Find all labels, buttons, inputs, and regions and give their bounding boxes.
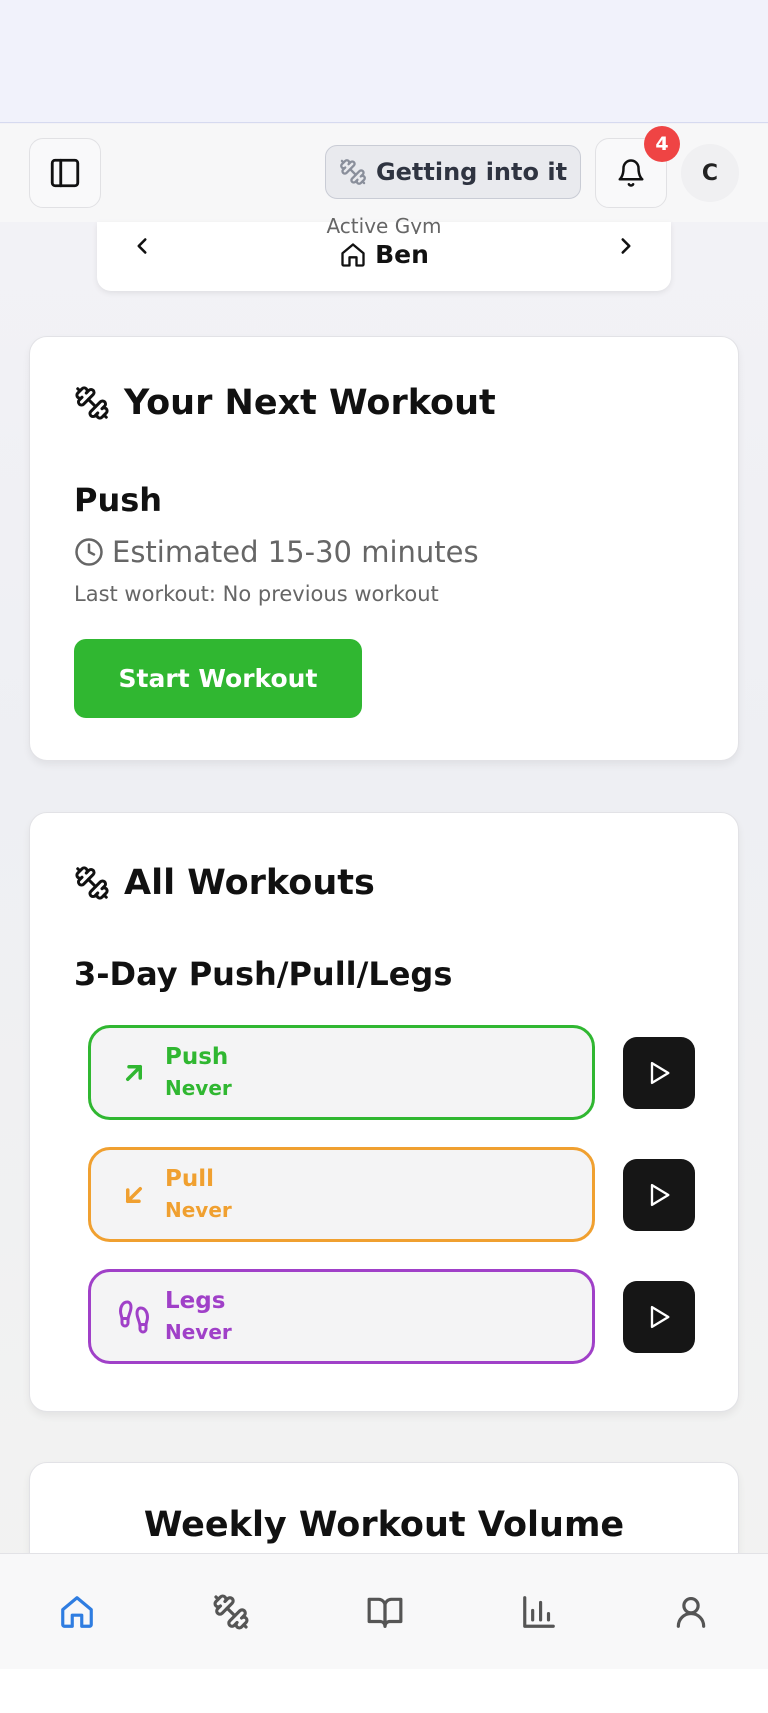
- all-workouts-card: All Workouts 3-Day Push/Pull/Legs Push N…: [29, 812, 739, 1412]
- play-icon: [650, 1183, 670, 1207]
- arrow-down-left-icon: [113, 1174, 155, 1216]
- nav-workouts[interactable]: [201, 1584, 261, 1640]
- notification-count-badge: 4: [644, 126, 680, 162]
- estimated-duration-text: Estimated 15-30 minutes: [112, 535, 479, 569]
- app-header: Getting into it 4 C: [0, 124, 768, 222]
- start-workout-button[interactable]: Start Workout: [74, 639, 362, 718]
- weekly-volume-title: Weekly Workout Volume: [143, 1505, 625, 1545]
- nav-home[interactable]: [47, 1584, 107, 1640]
- workout-name: Pull: [165, 1166, 214, 1192]
- dumbbell-icon: [75, 866, 109, 900]
- level-badge[interactable]: Getting into it: [325, 145, 581, 199]
- level-label: Getting into it: [375, 158, 568, 186]
- workout-last-done: Never: [165, 1076, 232, 1100]
- next-workout-name: Push: [74, 481, 163, 519]
- clock-icon: [75, 538, 103, 566]
- nav-stats[interactable]: [509, 1584, 569, 1640]
- home-icon: [61, 1596, 93, 1628]
- system-area: [0, 1669, 768, 1713]
- chevron-right-icon: [621, 238, 631, 254]
- status-area: [0, 0, 768, 123]
- workout-name: Legs: [165, 1288, 226, 1314]
- active-gym-label: Active Gym: [326, 214, 442, 234]
- sidebar-icon: [50, 158, 80, 188]
- chart-icon: [523, 1596, 555, 1628]
- play-pull-button[interactable]: [623, 1159, 695, 1231]
- active-gym-selector: Active Gym Ben: [97, 214, 671, 291]
- sidebar-toggle-button[interactable]: [29, 138, 101, 208]
- workout-last-done: Never: [165, 1198, 232, 1222]
- dumbbell-icon: [75, 386, 109, 420]
- workout-name: Push: [165, 1044, 229, 1070]
- all-workouts-title: All Workouts: [124, 863, 375, 903]
- program-name: 3-Day Push/Pull/Legs: [74, 955, 453, 993]
- book-icon: [367, 1597, 403, 1628]
- next-gym-button[interactable]: [611, 228, 641, 264]
- play-legs-button[interactable]: [623, 1281, 695, 1353]
- nav-profile[interactable]: [661, 1584, 721, 1640]
- workout-item-legs[interactable]: Legs Never: [88, 1269, 595, 1364]
- last-workout-text: Last workout: No previous workout: [74, 582, 439, 606]
- footprints-icon: [113, 1296, 155, 1338]
- avatar[interactable]: C: [681, 144, 739, 202]
- estimated-duration: Estimated 15-30 minutes: [74, 535, 479, 569]
- play-icon: [650, 1061, 670, 1085]
- dumbbell-icon: [340, 159, 366, 185]
- dumbbell-icon: [213, 1594, 249, 1630]
- workout-last-done: Never: [165, 1320, 232, 1344]
- arrow-up-right-icon: [113, 1052, 155, 1094]
- nav-library[interactable]: [355, 1584, 415, 1640]
- gym-name: Ben: [97, 240, 671, 269]
- workout-item-pull[interactable]: Pull Never: [88, 1147, 595, 1242]
- bell-icon: [618, 159, 644, 187]
- user-icon: [676, 1596, 706, 1628]
- bottom-navigation: [0, 1553, 768, 1669]
- next-workout-heading: Your Next Workout: [74, 383, 496, 423]
- all-workouts-heading: All Workouts: [74, 863, 375, 903]
- next-workout-title: Your Next Workout: [124, 383, 496, 423]
- play-push-button[interactable]: [623, 1037, 695, 1109]
- play-icon: [650, 1305, 670, 1329]
- gym-name-text: Ben: [375, 240, 429, 269]
- home-icon: [341, 242, 365, 267]
- next-workout-card: Your Next Workout Push Estimated 15-30 m…: [29, 336, 739, 761]
- workout-item-push[interactable]: Push Never: [88, 1025, 595, 1120]
